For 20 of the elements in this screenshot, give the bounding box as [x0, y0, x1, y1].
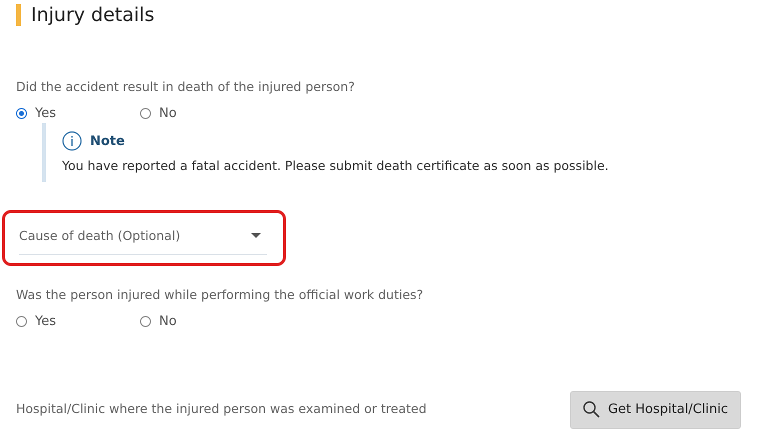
info-icon [62, 131, 82, 152]
question-text: Did the accident result in death of the injured person? [16, 78, 356, 96]
question-text: Was the person injured while performing the official work duties? [16, 286, 424, 304]
dropdown-field[interactable]: Cause of death (Optional) [19, 223, 267, 255]
radio-button[interactable] [16, 316, 27, 327]
get-hospital-button[interactable]: Get Hospital/Clinic [570, 391, 741, 428]
note-title: Note [90, 132, 125, 150]
radio-button[interactable] [16, 108, 27, 119]
section-title: Injury details [16, 4, 745, 26]
search-icon [582, 401, 600, 418]
dropdown-placeholder: Cause of death (Optional) [19, 227, 180, 245]
hospital-label: Hospital/Clinic where the injured person was examined or treated [16, 400, 427, 418]
radio-label[interactable]: Yes [35, 312, 56, 331]
radio-button[interactable] [140, 108, 151, 119]
radio-label[interactable]: No [159, 104, 177, 124]
note-text: You have reported a fatal accident. Please submit death certificate as soon as possible. [62, 157, 610, 176]
radio-label[interactable]: Yes [35, 104, 56, 124]
radio-label[interactable]: No [159, 312, 177, 331]
caret-icon [251, 233, 261, 240]
radio-button[interactable] [140, 316, 151, 327]
